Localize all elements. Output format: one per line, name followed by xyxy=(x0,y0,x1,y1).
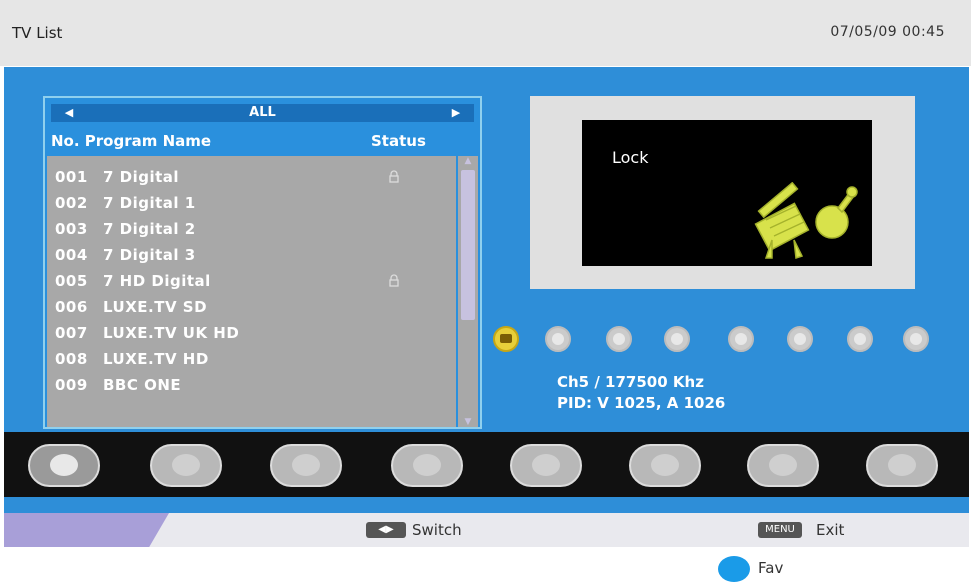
channel-name: 7 Digital xyxy=(103,168,180,186)
lock-icon xyxy=(389,170,399,183)
column-header: No. Program Name Status xyxy=(45,128,480,154)
delete-function-icon[interactable] xyxy=(747,444,819,487)
fav-blue-button-icon[interactable] xyxy=(718,556,750,582)
find-function-icon[interactable] xyxy=(866,444,938,487)
channel-list-panel: ◀ ALL ▶ No. Program Name Status 001 7 Dig… xyxy=(43,96,482,429)
category-education-icon[interactable] xyxy=(847,326,873,352)
list-scrollbar[interactable]: ▲ ▼ xyxy=(458,156,478,427)
channel-row[interactable]: 007 LUXE.TV UK HD xyxy=(47,320,456,346)
pid-info: PID: V 1025, A 1026 xyxy=(557,394,726,412)
bottom-divider xyxy=(4,497,969,513)
channel-number: 003 xyxy=(55,220,88,238)
fav-hint: Fav xyxy=(758,559,784,577)
move-function-icon[interactable] xyxy=(391,444,463,487)
channel-number: 001 xyxy=(55,168,88,186)
channel-name: 7 HD Digital xyxy=(103,272,211,290)
channel-name: 7 Digital 3 xyxy=(103,246,196,264)
group-label: ALL xyxy=(249,105,276,120)
scroll-down-icon[interactable]: ▼ xyxy=(458,417,478,427)
category-kids-icon[interactable] xyxy=(787,326,813,352)
channel-name: BBC ONE xyxy=(103,376,182,394)
channel-row[interactable]: 001 7 Digital xyxy=(47,164,456,190)
channel-name: LUXE.TV UK HD xyxy=(103,324,240,342)
skip-function-icon[interactable] xyxy=(270,444,342,487)
channel-number: 005 xyxy=(55,272,88,290)
frequency-info: Ch5 / 177500 Khz xyxy=(557,373,704,391)
channel-number: 008 xyxy=(55,350,88,368)
scroll-thumb[interactable] xyxy=(461,170,475,320)
channel-info: Ch5 / 177500 Khz PID: V 1025, A 1026 xyxy=(557,372,725,414)
function-bar xyxy=(4,432,969,498)
category-user-icon[interactable] xyxy=(903,326,929,352)
arrow-right-icon[interactable]: ▶ xyxy=(446,104,466,122)
lock-icon xyxy=(389,274,399,287)
channel-row[interactable]: 006 LUXE.TV SD xyxy=(47,294,456,320)
channel-number: 009 xyxy=(55,376,88,394)
switch-key-icon: ◀▶ xyxy=(366,522,406,538)
category-sport-icon[interactable] xyxy=(728,326,754,352)
category-movie-reel-icon[interactable] xyxy=(545,326,571,352)
channel-row[interactable]: 005 7 HD Digital xyxy=(47,268,456,294)
page-title: TV List xyxy=(12,24,63,42)
favorite-heart-icon[interactable] xyxy=(28,444,100,487)
program-column-header: No. Program Name xyxy=(51,132,212,150)
group-selector[interactable]: ◀ ALL ▶ xyxy=(51,104,474,122)
channel-number: 004 xyxy=(55,246,88,264)
exit-hint: Exit xyxy=(816,521,845,539)
date-time: 07/05/09 00:45 xyxy=(830,24,945,40)
video-preview: Lock xyxy=(582,120,872,266)
status-column-header: Status xyxy=(371,132,426,150)
channel-list: 001 7 Digital 002 7 Digital 1 003 7 Digital… xyxy=(47,156,456,427)
preview-frame: Lock xyxy=(530,96,915,289)
channel-row[interactable]: 009 BBC ONE xyxy=(47,372,456,398)
channel-row[interactable]: 003 7 Digital 2 xyxy=(47,216,456,242)
category-music-icon[interactable] xyxy=(664,326,690,352)
switch-hint: Switch xyxy=(412,521,462,539)
channel-row[interactable]: 004 7 Digital 3 xyxy=(47,242,456,268)
title-bar: TV List 07/05/09 00:45 xyxy=(0,0,971,66)
hint-accent xyxy=(4,513,169,547)
category-news-icon[interactable] xyxy=(606,326,632,352)
clapper-illustration-icon xyxy=(754,182,858,260)
channel-number: 002 xyxy=(55,194,88,212)
channel-row[interactable]: 002 7 Digital 1 xyxy=(47,190,456,216)
rename-function-icon[interactable] xyxy=(510,444,582,487)
hint-bar-lower xyxy=(4,547,969,587)
scroll-up-icon[interactable]: ▲ xyxy=(458,156,478,166)
category-all-icon[interactable] xyxy=(493,326,519,352)
sort-function-icon[interactable] xyxy=(629,444,701,487)
lock-message: Lock xyxy=(612,148,649,167)
channel-number: 007 xyxy=(55,324,88,342)
lock-function-icon[interactable] xyxy=(150,444,222,487)
channel-name: 7 Digital 1 xyxy=(103,194,196,212)
channel-name: LUXE.TV HD xyxy=(103,350,209,368)
channel-name: 7 Digital 2 xyxy=(103,220,196,238)
menu-key-icon: MENU xyxy=(758,522,802,538)
channel-number: 006 xyxy=(55,298,88,316)
channel-name: LUXE.TV SD xyxy=(103,298,208,316)
channel-row[interactable]: 008 LUXE.TV HD xyxy=(47,346,456,372)
